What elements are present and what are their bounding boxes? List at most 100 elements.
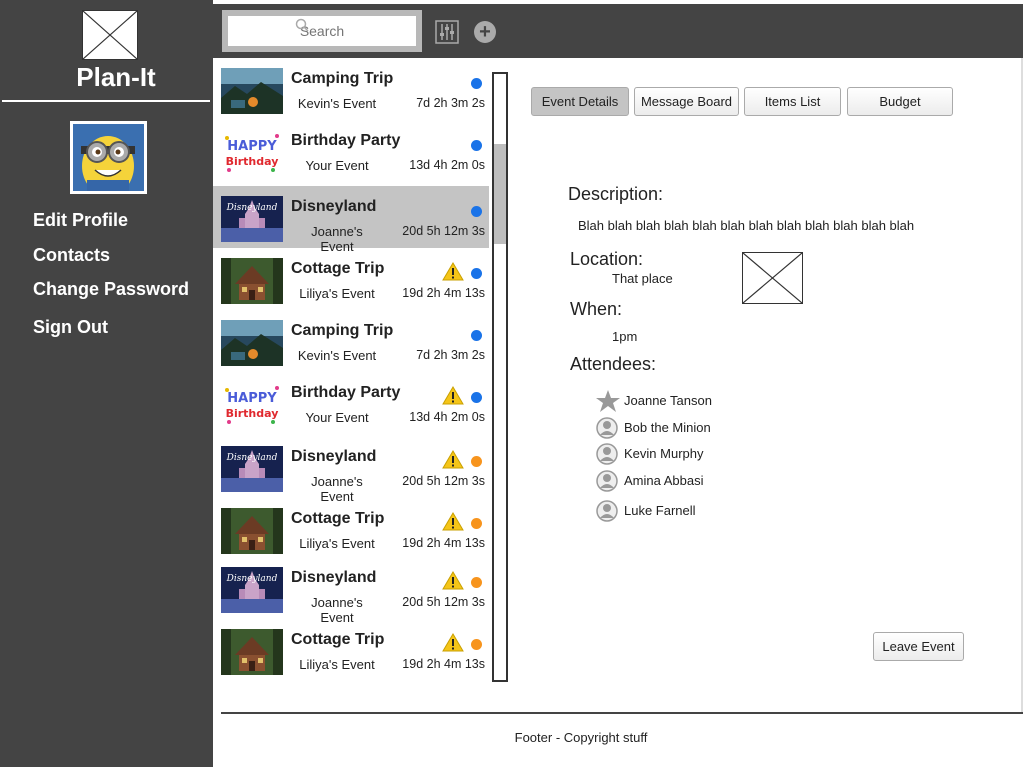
- event-name: Camping Trip: [291, 322, 394, 339]
- when-text: 1pm: [612, 329, 638, 344]
- status-dot-icon: [471, 268, 482, 279]
- warning-icon: [442, 512, 464, 536]
- status-dot-icon: [471, 206, 482, 217]
- tab-budget[interactable]: Budget: [847, 87, 953, 116]
- status-dot-icon: [471, 577, 482, 588]
- filter-sliders-icon[interactable]: [435, 20, 459, 49]
- sidebar: Plan-It Edit Profile Contacts Change Pas…: [0, 0, 213, 767]
- sidebar-item-sign-out[interactable]: Sign Out: [33, 317, 108, 338]
- event-list-item[interactable]: HAPPY Birthday Birthday Party Your Event 13d…: [213, 372, 489, 434]
- svg-text:Birthday: Birthday: [226, 407, 279, 420]
- event-list-scrollbar[interactable]: [492, 72, 508, 682]
- warning-icon: [442, 450, 464, 474]
- status-dot-icon: [471, 456, 482, 467]
- search-input[interactable]: [228, 16, 416, 46]
- attendee-name: Amina Abbasi: [624, 473, 704, 488]
- event-countdown: 7d 2h 3m 2s: [416, 96, 485, 110]
- event-list-item[interactable]: Cottage Trip Liliya's Event 19d 2h 4m 13s: [213, 248, 489, 310]
- star-icon: [596, 390, 620, 417]
- event-list-item[interactable]: Disneyland Disneyland Joanne's Event 20d 5h…: [213, 557, 489, 625]
- event-owner: Your Event: [305, 158, 369, 173]
- description-text: Blah blah blah blah blah blah blah blah …: [578, 218, 915, 233]
- event-countdown: 20d 5h 12m 3s: [402, 595, 485, 609]
- event-owner: Kevin's Event: [297, 96, 377, 111]
- event-thumbnail-cottage: [221, 258, 283, 304]
- warning-icon: [442, 386, 464, 410]
- event-countdown: 13d 4h 2m 0s: [409, 410, 485, 424]
- sidebar-item-edit-profile[interactable]: Edit Profile: [33, 210, 128, 231]
- event-thumbnail-disneyland: Disneyland: [221, 446, 283, 492]
- sidebar-divider: [2, 100, 210, 102]
- event-thumbnail-disneyland: Disneyland: [221, 196, 283, 242]
- event-owner: Liliya's Event: [299, 286, 375, 301]
- sidebar-item-change-password[interactable]: Change Password: [33, 279, 189, 300]
- warning-icon: [442, 571, 464, 595]
- status-dot-icon: [471, 78, 482, 89]
- tab-message-board[interactable]: Message Board: [634, 87, 739, 116]
- avatar[interactable]: [70, 121, 147, 196]
- event-name: Birthday Party: [291, 384, 401, 401]
- event-list-item[interactable]: Disneyland Disneyland Joanne's Event 20d 5h…: [213, 186, 489, 254]
- attendee-name: Kevin Murphy: [624, 446, 704, 461]
- event-name: Camping Trip: [291, 70, 394, 87]
- event-name: Birthday Party: [291, 132, 401, 149]
- event-thumbnail-cottage: [221, 508, 283, 554]
- event-name: Disneyland: [291, 448, 377, 465]
- status-dot-icon: [471, 392, 482, 403]
- status-dot-icon: [471, 518, 482, 529]
- sidebar-item-contacts[interactable]: Contacts: [33, 245, 110, 266]
- event-owner: Liliya's Event: [299, 657, 375, 672]
- event-list-item[interactable]: Cottage Trip Liliya's Event 19d 2h 4m 13s: [213, 498, 489, 560]
- event-thumbnail-camping: [221, 68, 283, 114]
- event-list-item[interactable]: Camping Trip Kevin's Event 7d 2h 3m 2s: [213, 58, 489, 120]
- event-owner: Liliya's Event: [299, 536, 375, 551]
- event-countdown: 7d 2h 3m 2s: [416, 348, 485, 362]
- svg-text:Disneyland: Disneyland: [226, 453, 278, 463]
- event-list-item[interactable]: Cottage Trip Liliya's Event 19d 2h 4m 13s: [213, 619, 489, 681]
- user-icon: [596, 470, 618, 497]
- event-list-item[interactable]: Camping Trip Kevin's Event 7d 2h 3m 2s: [213, 310, 489, 372]
- location-text: That place: [612, 271, 673, 286]
- event-list-item[interactable]: HAPPY Birthday Birthday Party Your Event 13d…: [213, 120, 489, 182]
- footer: Footer - Copyright stuff: [514, 730, 648, 745]
- svg-text:HAPPY: HAPPY: [227, 139, 277, 154]
- leave-event-button[interactable]: Leave Event: [873, 632, 964, 661]
- svg-text:Birthday: Birthday: [226, 155, 279, 168]
- event-name: Disneyland: [291, 198, 377, 215]
- footer-divider: [221, 712, 1023, 714]
- search-box: [222, 10, 422, 52]
- app-title: Plan-It: [76, 62, 156, 92]
- event-countdown: 19d 2h 4m 13s: [402, 286, 485, 300]
- event-countdown: 20d 5h 12m 3s: [402, 224, 485, 238]
- event-thumbnail-cottage: [221, 629, 283, 675]
- event-name: Cottage Trip: [291, 631, 385, 648]
- search-icon: [295, 18, 309, 37]
- event-thumbnail-birthday: HAPPY Birthday: [221, 130, 283, 176]
- tab-event-details[interactable]: Event Details: [531, 87, 629, 116]
- attendee-name: Luke Farnell: [624, 503, 696, 518]
- svg-text:Disneyland: Disneyland: [226, 574, 278, 584]
- tab-items-list[interactable]: Items List: [744, 87, 841, 116]
- svg-text:HAPPY: HAPPY: [227, 391, 277, 406]
- user-icon: [596, 500, 618, 527]
- attendee-name: Joanne Tanson: [624, 393, 712, 408]
- user-icon: [596, 443, 618, 470]
- event-list-item[interactable]: Disneyland Disneyland Joanne's Event 20d 5h…: [213, 436, 489, 504]
- add-event-icon[interactable]: +: [474, 21, 496, 43]
- status-dot-icon: [471, 639, 482, 650]
- status-dot-icon: [471, 330, 482, 341]
- warning-icon: [442, 262, 464, 286]
- event-thumbnail-camping: [221, 320, 283, 366]
- event-countdown: 13d 4h 2m 0s: [409, 158, 485, 172]
- event-name: Disneyland: [291, 569, 377, 586]
- user-icon: [596, 417, 618, 444]
- location-label: Location:: [570, 249, 644, 269]
- when-label: When:: [570, 299, 623, 319]
- event-countdown: 19d 2h 4m 13s: [402, 657, 485, 671]
- attendee-name: Bob the Minion: [624, 420, 711, 435]
- svg-text:Disneyland: Disneyland: [226, 203, 278, 213]
- event-countdown: 20d 5h 12m 3s: [402, 474, 485, 488]
- event-name: Cottage Trip: [291, 510, 385, 527]
- scrollbar-thumb[interactable]: [494, 144, 506, 244]
- event-thumbnail-disneyland: Disneyland: [221, 567, 283, 613]
